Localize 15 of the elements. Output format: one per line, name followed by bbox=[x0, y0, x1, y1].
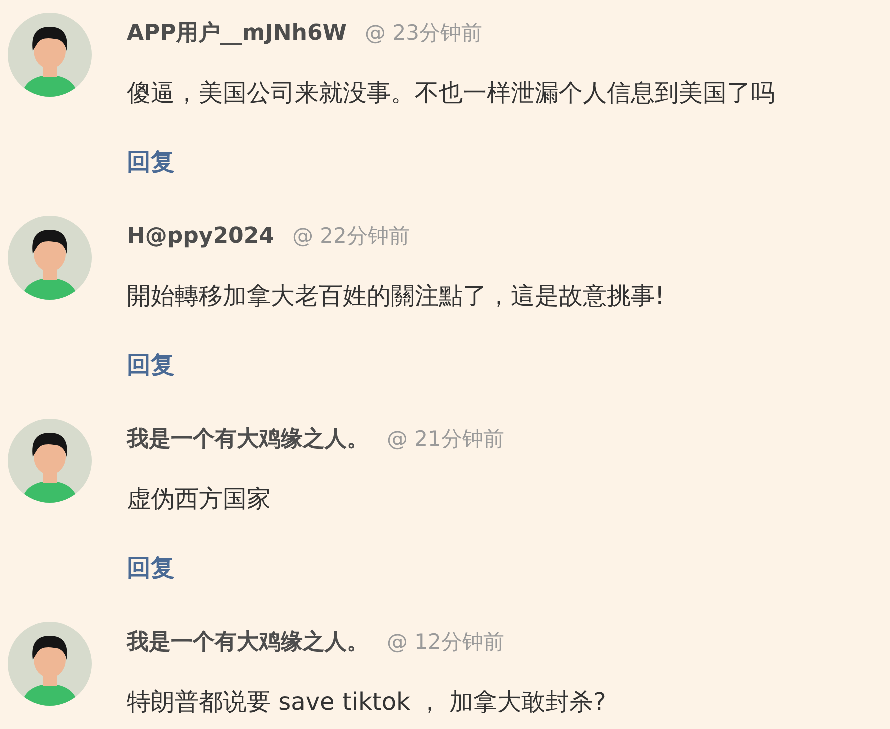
comment-text: 傻逼，美国公司来就没事。不也一样泄漏个人信息到美国了吗 bbox=[127, 78, 775, 109]
username[interactable]: 我是一个有大鸡缘之人。 bbox=[127, 424, 369, 454]
username[interactable]: APP用户__mJNh6W bbox=[127, 18, 348, 48]
username[interactable]: 我是一个有大鸡缘之人。 bbox=[127, 627, 369, 657]
reply-link[interactable]: 回复 bbox=[127, 552, 175, 584]
timestamp: @ 12分钟前 bbox=[387, 629, 504, 656]
timestamp: @ 21分钟前 bbox=[387, 426, 504, 453]
comment-text: 特朗普都说要 save tiktok ， 加拿大敢封杀? bbox=[127, 687, 606, 718]
timestamp: @ 22分钟前 bbox=[292, 223, 410, 250]
reply-link[interactable]: 回复 bbox=[127, 349, 175, 381]
timestamp: @ 23分钟前 bbox=[365, 20, 482, 47]
comment-text: 開始轉移加拿大老百姓的關注點了，這是故意挑事! bbox=[127, 281, 665, 312]
username[interactable]: H@ppy2024 bbox=[127, 224, 274, 248]
reply-link[interactable]: 回复 bbox=[127, 146, 175, 178]
comment-text: 虚伪西方国家 bbox=[127, 484, 272, 515]
